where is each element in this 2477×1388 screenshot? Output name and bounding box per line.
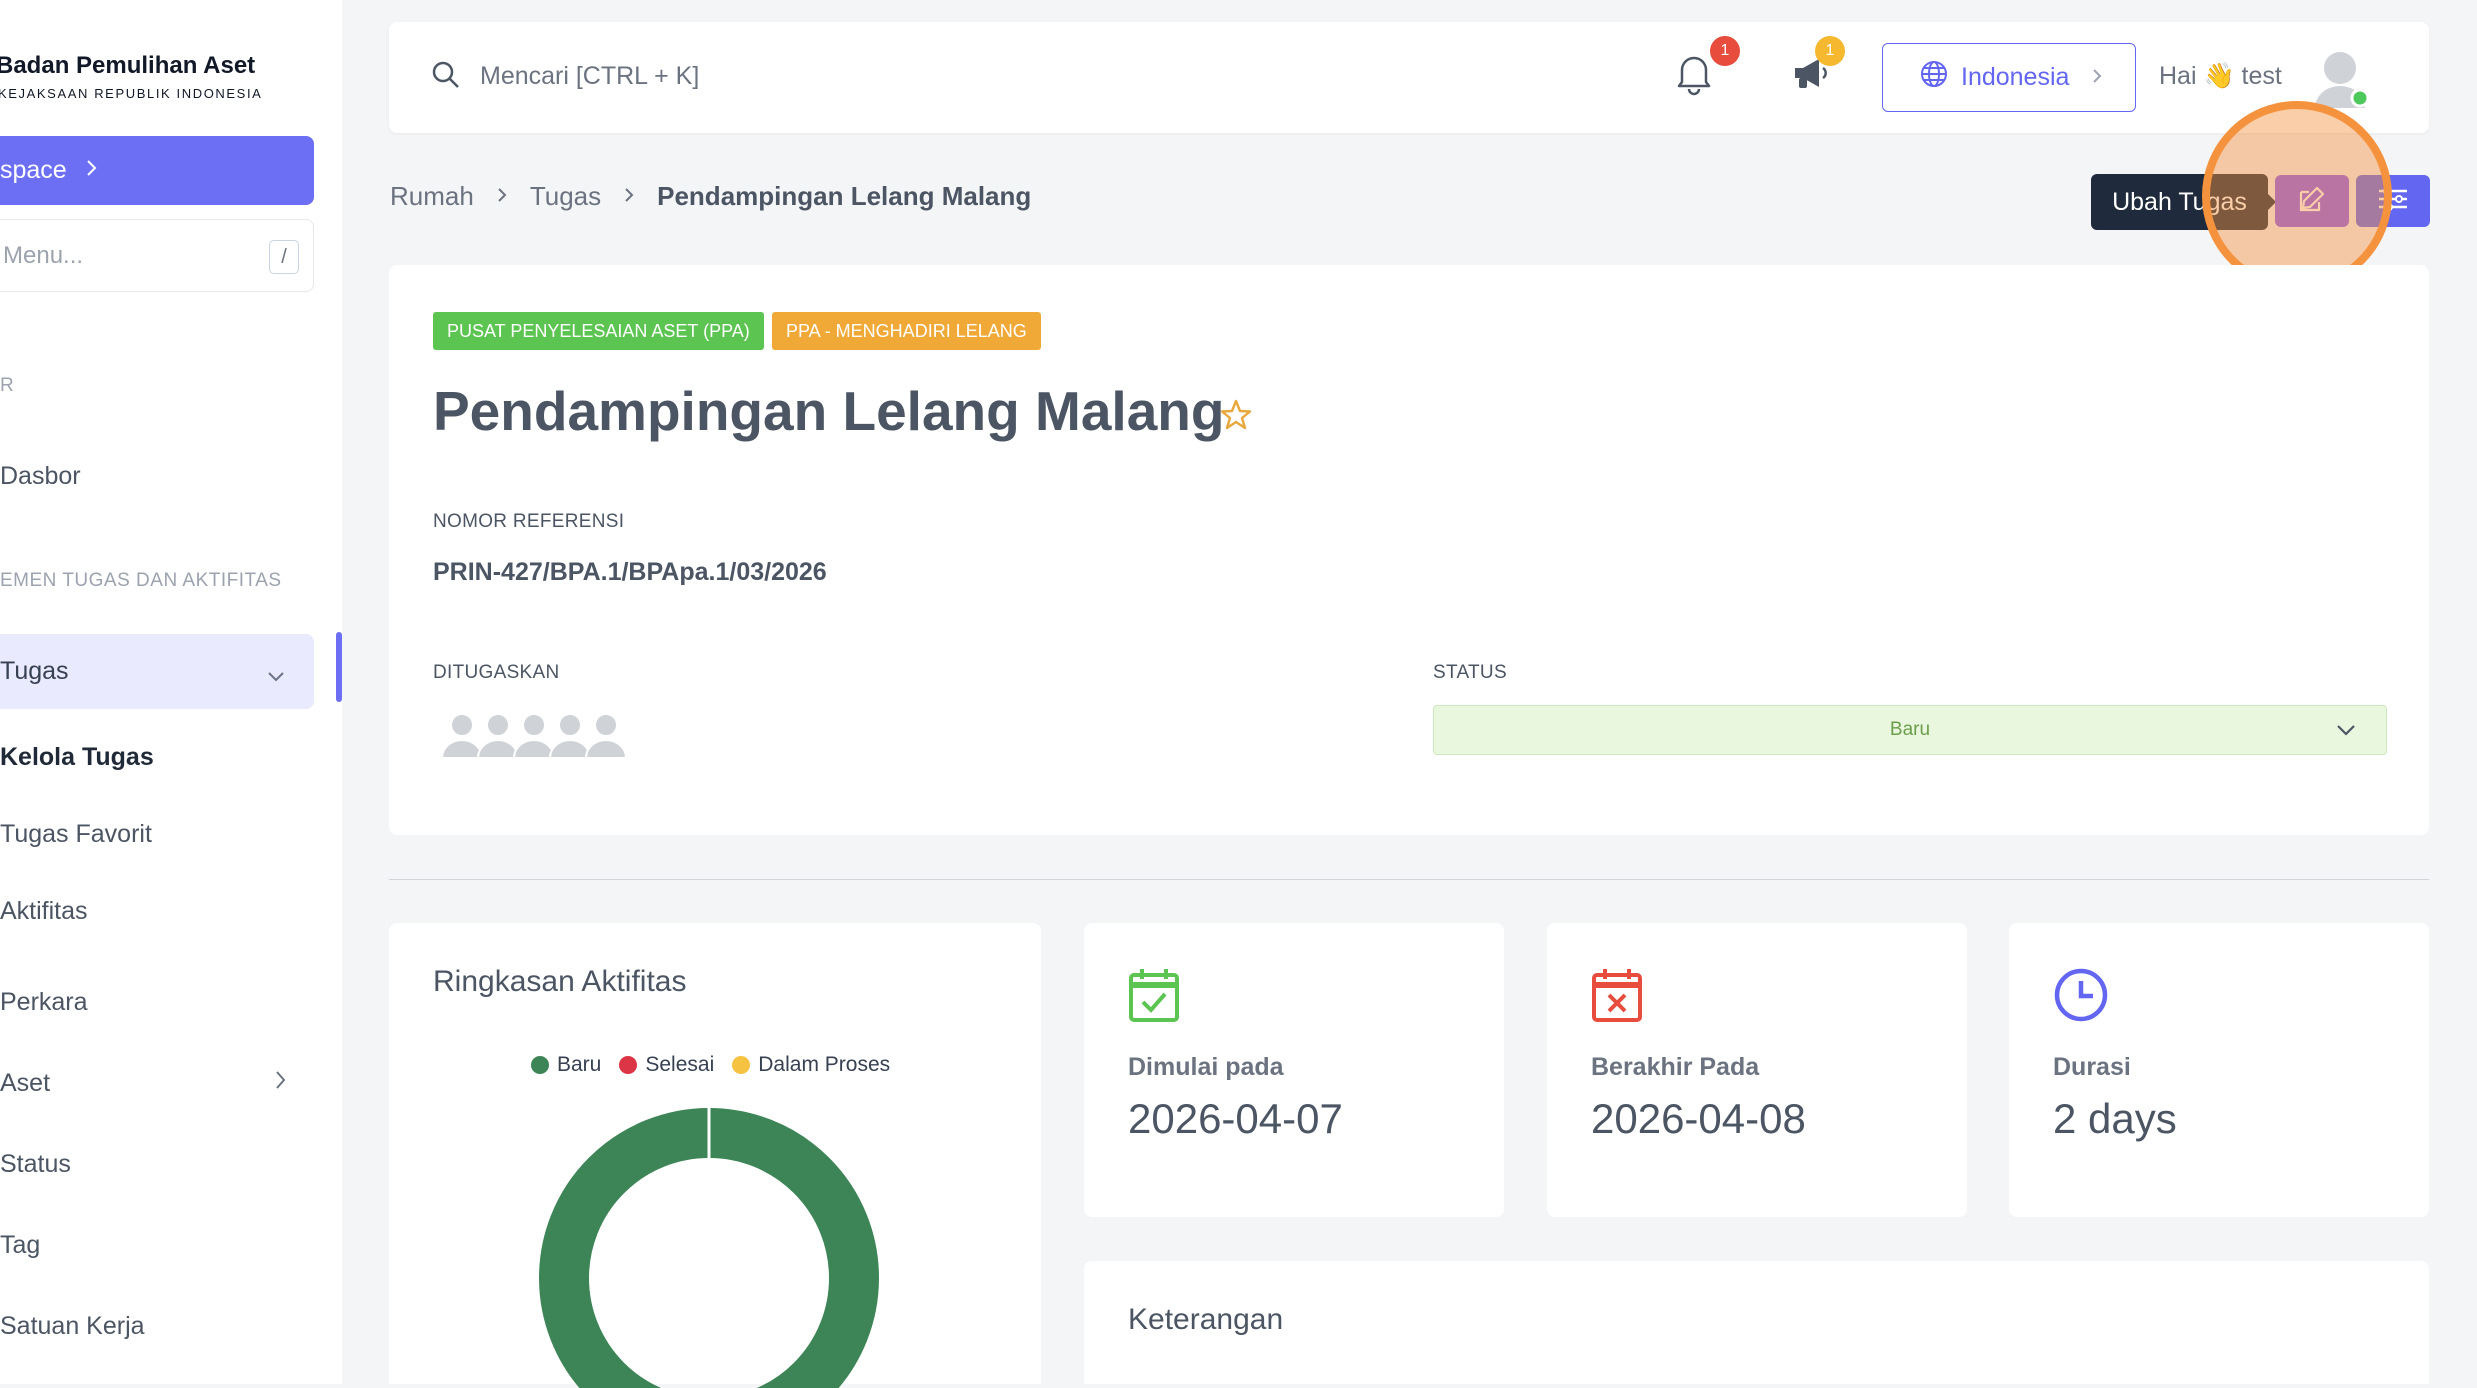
chevron-right-icon [2091,63,2103,92]
legend-dot [531,1056,549,1074]
duration-card: Durasi 2 days [2009,923,2429,1217]
brand-subtitle: KEJAKSAAN REPUBLIK INDONESIA [0,86,263,101]
top-bar: Mencari [CTRL + K] 1 1 Indonesia Hai 👋 t… [389,22,2429,133]
section-divider [389,879,2429,880]
legend-label: Baru [557,1053,602,1076]
status-select[interactable]: Baru [1433,705,2387,755]
assignee-avatar-icon [585,713,627,759]
legend-item-dalam-proses[interactable]: Dalam Proses [732,1053,890,1077]
activity-summary-card: Ringkasan Aktifitas Baru Selesai Dalam P… [389,923,1041,1388]
end-date-label: Berakhir Pada [1591,1053,1760,1081]
category-tag: PPA - MENGHADIRI LELANG [772,312,1041,350]
reference-value: PRIN-427/BPA.1/BPApa.1/03/2026 [433,558,827,586]
status-label: STATUS [1433,662,1507,683]
breadcrumb-tasks[interactable]: Tugas [530,181,601,212]
active-indicator [336,632,342,702]
sidebar-item-tag[interactable]: Tag [0,1231,40,1260]
task-title: Pendampingan Lelang Malang [433,380,1225,442]
assigned-label: DITUGASKAN [433,662,560,683]
section-label-task-management: EMEN TUGAS DAN AKTIFITAS [0,570,282,591]
calendar-check-icon [1128,967,1180,1028]
chevron-down-icon [2334,718,2358,748]
start-date-card: Dimulai pada 2026-04-07 [1084,923,1504,1217]
legend-dot [732,1056,751,1074]
breadcrumb: Rumah Tugas Pendampingan Lelang Malang [390,181,1031,212]
user-greeting: Hai 👋 test [2159,62,2282,90]
end-date-value: 2026-04-08 [1591,1095,1806,1142]
search-icon[interactable] [431,60,461,95]
status-value: Baru [1889,719,1931,740]
globe-icon [1919,59,1949,96]
avatar[interactable] [2311,48,2370,108]
chevron-down-icon [266,662,286,691]
breadcrumb-current: Pendampingan Lelang Malang [657,181,1032,211]
assignee-avatars[interactable] [441,711,627,759]
chevron-right-icon [85,156,99,185]
sidebar-item-aset[interactable]: Aset [0,1069,50,1098]
sidebar-item-tugas-favorit[interactable]: Tugas Favorit [0,820,152,849]
workspace-button[interactable]: space [0,136,314,205]
breadcrumb-home[interactable]: Rumah [390,181,474,212]
chevron-right-icon [623,184,635,210]
menu-search-input[interactable]: Menu... / [0,219,314,292]
chart-legend: Baru Selesai Dalam Proses [531,1053,890,1077]
start-date-label: Dimulai pada [1128,1053,1284,1081]
duration-value: 2 days [2053,1095,2177,1142]
sidebar-item-kelola-tugas[interactable]: Kelola Tugas [0,743,154,772]
sidebar: Badan Pemulihan Aset KEJAKSAAN REPUBLIK … [0,0,342,1384]
bell-icon[interactable] [1674,52,1714,101]
start-date-value: 2026-04-07 [1128,1095,1343,1142]
duration-label: Durasi [2053,1053,2131,1081]
activity-donut-chart [539,1108,879,1388]
announcement-badge: 1 [1815,36,1845,66]
brand-title: Badan Pemulihan Aset [0,52,256,79]
click-highlight [2202,101,2392,291]
task-detail-card: PUSAT PENYELESAIAN ASET (PPA) PPA - MENG… [389,265,2429,835]
description-card: Keterangan [1084,1261,2429,1384]
sidebar-item-status[interactable]: Status [0,1150,71,1179]
favorite-star-icon[interactable] [1219,398,1253,437]
legend-label: Dalam Proses [758,1053,891,1076]
end-date-card: Berakhir Pada 2026-04-08 [1547,923,1967,1217]
clock-icon [2053,967,2109,1028]
unit-tag: PUSAT PENYELESAIAN ASET (PPA) [433,312,764,350]
shortcut-key: / [269,240,299,274]
global-search-input[interactable]: Mencari [CTRL + K] [480,62,699,91]
language-label: Indonesia [1961,63,2070,91]
legend-dot [619,1056,638,1074]
chevron-right-icon [496,184,508,210]
sidebar-item-perkara[interactable]: Perkara [0,988,88,1017]
chevron-right-icon [274,1069,288,1097]
section-label: R [0,375,15,396]
language-selector[interactable]: Indonesia [1882,43,2136,112]
legend-label: Selesai [645,1053,715,1076]
sidebar-item-satuan-kerja[interactable]: Satuan Kerja [0,1312,145,1341]
description-title: Keterangan [1128,1303,1284,1336]
menu-search-placeholder: Menu... [3,241,84,269]
notification-badge: 1 [1710,36,1740,66]
reference-label: NOMOR REFERENSI [433,511,625,532]
workspace-label: space [0,156,67,184]
legend-item-baru[interactable]: Baru [531,1053,601,1077]
legend-item-selesai[interactable]: Selesai [619,1053,714,1077]
activity-summary-title: Ringkasan Aktifitas [433,965,687,998]
sidebar-item-dasbor[interactable]: Dasbor [0,462,81,491]
sidebar-item-aktifitas[interactable]: Aktifitas [0,897,88,926]
sidebar-item-label: Tugas [0,657,69,685]
calendar-x-icon [1591,967,1643,1028]
sidebar-item-tugas[interactable]: Tugas [0,634,314,709]
donut-slice-baru[interactable] [539,1108,879,1388]
